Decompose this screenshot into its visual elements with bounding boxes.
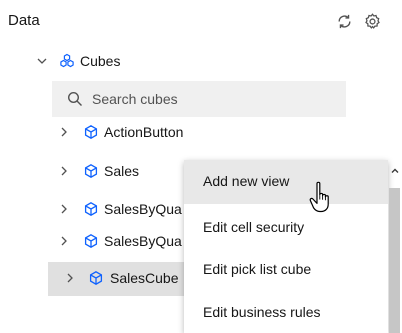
tree-node-label: SalesByQua (104, 233, 182, 249)
menu-item-add-new-view[interactable]: Add new view (184, 160, 388, 204)
chevron-right-icon[interactable] (57, 125, 71, 139)
search-cubes-field[interactable] (52, 81, 346, 117)
chevron-right-icon[interactable] (57, 164, 71, 178)
cube-icon (83, 124, 99, 140)
panel-title: Data (8, 12, 40, 29)
menu-item-edit-cell-security[interactable]: Edit cell security (184, 206, 388, 250)
cube-icon (88, 270, 104, 286)
menu-item-edit-business-rules[interactable]: Edit business rules (184, 291, 388, 333)
search-icon (67, 91, 83, 107)
tree-node-cube-selected[interactable]: SalesCube (48, 262, 188, 296)
menu-item-label: Edit pick list cube (203, 261, 312, 277)
chevron-down-icon[interactable] (35, 54, 49, 68)
chevron-right-icon[interactable] (57, 202, 71, 216)
menu-item-edit-pick-list-cube[interactable]: Edit pick list cube (184, 248, 388, 292)
scrollbar-thumb[interactable] (389, 188, 400, 333)
menu-item-label: Edit business rules (203, 304, 321, 320)
cube-icon (83, 201, 99, 217)
panel-header: Data (0, 0, 402, 44)
cubes-group-icon (59, 53, 75, 69)
menu-item-label: Add new view (203, 173, 290, 189)
tree-node-label: Sales (104, 163, 140, 179)
scroll-up-arrow[interactable] (388, 160, 402, 182)
search-input[interactable] (92, 81, 332, 117)
tree-node-label: Cubes (80, 53, 121, 69)
tree-node-label: SalesByQua (104, 201, 182, 217)
tree-node-label: ActionButton (104, 124, 184, 140)
menu-item-label: Edit cell security (203, 219, 305, 235)
chevron-right-icon[interactable] (57, 234, 71, 248)
truncated-text-fragment (178, 302, 184, 316)
tree-node-cubes[interactable]: Cubes (0, 45, 402, 79)
chevron-right-icon[interactable] (63, 271, 77, 285)
gear-icon[interactable] (361, 10, 383, 32)
tree-node-label: SalesCube (110, 270, 179, 286)
refresh-icon[interactable] (333, 10, 355, 32)
context-menu: Add new view Edit cell security Edit pic… (184, 160, 388, 333)
cube-icon (83, 163, 99, 179)
cube-icon (83, 233, 99, 249)
tree-node-cube[interactable]: ActionButton (0, 116, 402, 150)
